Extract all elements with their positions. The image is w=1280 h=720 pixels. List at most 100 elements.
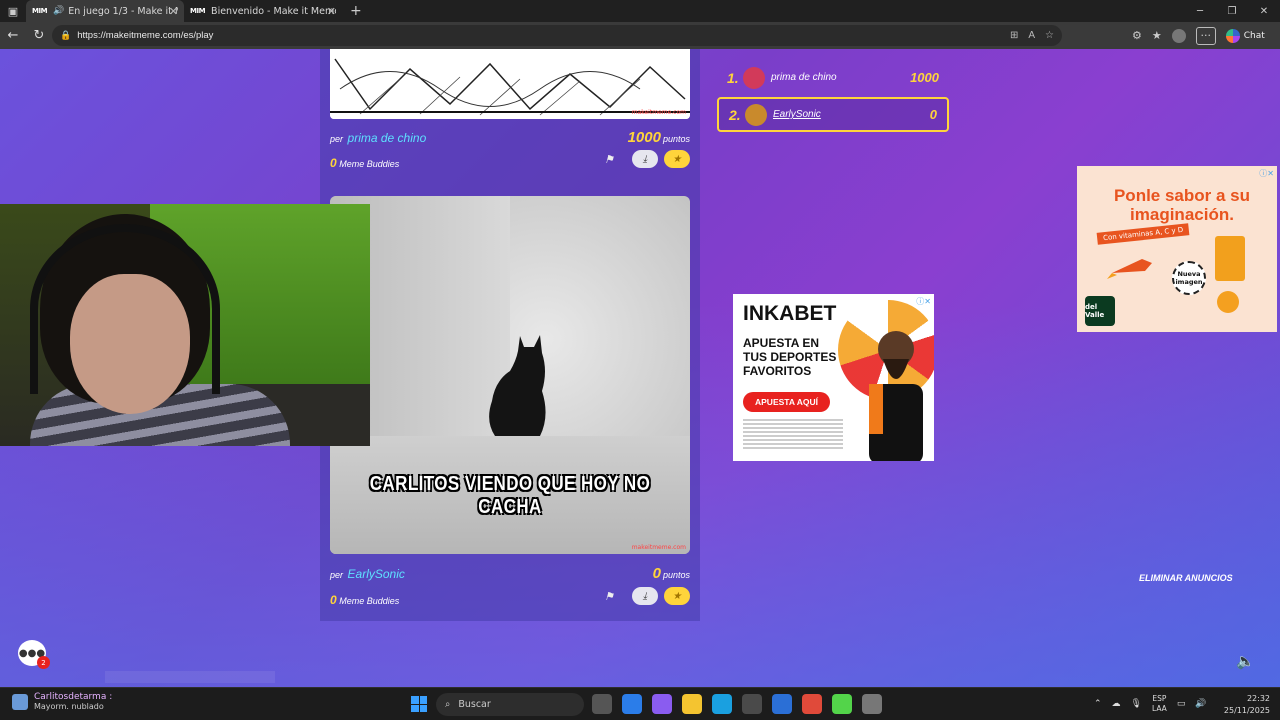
tab-label: Bienvenido - Make it Meme	[211, 5, 336, 17]
ad-tag: Con vitaminas A, C y D	[1096, 223, 1190, 245]
mic-icon[interactable]: 🎙	[1131, 699, 1142, 709]
sound-icon[interactable]: 🔈	[1236, 652, 1255, 670]
headset-icon	[30, 224, 220, 394]
watermark: makeitmeme.com	[631, 109, 686, 116]
rank: 1.	[727, 69, 739, 86]
site-favicon-icon: MIM	[190, 7, 206, 15]
actions: ⚑ ⤓ ★	[604, 587, 690, 605]
extensions-icon[interactable]: ⚙	[1132, 29, 1142, 42]
player-score: 1000	[910, 70, 939, 85]
edge-icon[interactable]	[712, 694, 732, 714]
favorites-icon[interactable]: ★	[1152, 29, 1162, 42]
tab-bienvenido[interactable]: MIM Bienvenido - Make it Meme ✕	[184, 0, 342, 22]
obs-icon[interactable]	[862, 694, 882, 714]
rank: 2.	[729, 106, 741, 123]
more-menu-icon[interactable]: ···	[1195, 26, 1216, 45]
network-icon[interactable]: ▭	[1177, 699, 1186, 709]
tray-chevron-icon[interactable]: ⌃	[1094, 699, 1102, 709]
copilot-chat-button[interactable]: Chat	[1225, 28, 1265, 43]
apps-icon[interactable]: ⊞	[1010, 30, 1018, 41]
close-tab-icon[interactable]: ✕	[169, 5, 178, 18]
ad-headline: Ponle sabor a su imaginación.	[1113, 186, 1251, 224]
buddy-star-button[interactable]: ★	[664, 587, 690, 605]
scoreboard-row-2: 2. EarlySonic 0	[717, 97, 949, 132]
refresh-icon[interactable]: ↻	[26, 28, 52, 43]
report-flag-icon[interactable]: ⚑	[604, 590, 614, 603]
taskbar-search[interactable]: ⌕ Buscar	[436, 693, 584, 716]
store-icon[interactable]	[742, 694, 762, 714]
remove-ads-link[interactable]: ELIMINAR ANUNCIOS	[1139, 573, 1233, 583]
webcam-overlay	[0, 204, 370, 446]
adchoices-icon[interactable]: ⓘ✕	[916, 296, 931, 307]
taskbar-apps	[592, 694, 882, 714]
weather-title: Carlitosdetarma :	[34, 692, 113, 702]
player-name: prima de chino	[771, 72, 837, 83]
meme-buddies: 0 Meme Buddies	[330, 156, 400, 170]
close-tab-icon[interactable]: ✕	[327, 5, 336, 18]
author-link[interactable]: EarlySonic	[348, 567, 405, 581]
meme-entry-1-meta: per prima de chino 1000 puntos	[330, 129, 690, 147]
avatar	[743, 66, 765, 89]
new-tab-icon[interactable]: +	[350, 3, 362, 19]
report-flag-icon[interactable]: ⚑	[604, 153, 614, 166]
minimize-icon[interactable]: ─	[1184, 0, 1216, 22]
file-explorer-icon[interactable]	[682, 694, 702, 714]
mail-icon[interactable]	[772, 694, 792, 714]
search-label: Buscar	[458, 699, 491, 710]
ad-del-valle[interactable]: Ponle sabor a su imaginación. Con vitami…	[1077, 166, 1277, 332]
weather-sub: Mayorm. nublado	[34, 702, 104, 711]
language-indicator[interactable]: ESP LAA	[1152, 694, 1167, 714]
player-score: 0	[929, 107, 937, 122]
buddy-star-button[interactable]: ★	[664, 150, 690, 168]
ad-cta-button[interactable]: APUESTA AQUÍ	[743, 392, 830, 412]
window-controls: ─ ❐ ✕	[1184, 0, 1280, 22]
task-view-icon[interactable]	[592, 694, 612, 714]
weather-widget[interactable]: Carlitosdetarma : Mayorm. nublado	[12, 692, 112, 711]
lock-icon[interactable]: 🔒	[60, 30, 71, 41]
volume-icon[interactable]: 🔊	[1195, 699, 1206, 709]
meme-buddies: 0 Meme Buddies	[330, 593, 400, 607]
profile-avatar-icon[interactable]	[1171, 28, 1186, 43]
meme-entry-2-meta: per EarlySonic 0 puntos	[330, 565, 690, 583]
meme-image-cat: CARLITOS VIENDO QUE HOY NO CACHA makeitm…	[330, 196, 690, 554]
tab-en-juego[interactable]: MIM 🔊 En juego 1/3 - Make it Meme ✕	[26, 0, 184, 22]
cat-silhouette	[489, 335, 546, 436]
widgets-icon[interactable]	[622, 694, 642, 714]
save-meme-button[interactable]: ⤓	[632, 587, 658, 605]
adchoices-icon[interactable]: ⓘ✕	[1259, 168, 1274, 179]
ad-badge: Nueva imagen	[1172, 261, 1206, 295]
sun-icon	[1217, 291, 1239, 313]
juice-box	[1215, 236, 1245, 281]
cloud-icon[interactable]: ☁	[1112, 699, 1121, 709]
clock-time: 22:32	[1246, 694, 1270, 703]
ad-inkabet[interactable]: INKABET APUESTA EN TUS DEPORTES FAVORITO…	[733, 294, 934, 461]
chat-bubble-icon[interactable]: ●●● 2	[18, 640, 50, 669]
favorite-star-icon[interactable]: ☆	[1045, 30, 1054, 41]
address-bar: ← ↻ 🔒 https://makeitmeme.com/es/play ⊞ A…	[0, 22, 1280, 49]
rocket-icon	[1107, 259, 1152, 279]
scoreboard-row-1: 1. prima de chino 1000	[717, 60, 949, 95]
copilot-app-icon[interactable]	[652, 694, 672, 714]
browser-tab-bar: ▣ MIM 🔊 En juego 1/3 - Make it Meme ✕ MI…	[0, 0, 1280, 22]
toolbar-icons: ⚙ ★ ··· Chat	[1132, 22, 1265, 49]
back-icon[interactable]: ←	[0, 28, 26, 43]
system-tray: ⌃ ☁ 🎙 ESP LAA ▭ 🔊	[1094, 694, 1207, 714]
restore-icon[interactable]: ❐	[1216, 0, 1248, 22]
read-aloud-icon[interactable]: A	[1028, 30, 1035, 41]
kick-icon[interactable]	[832, 694, 852, 714]
player-name[interactable]: EarlySonic	[773, 109, 930, 120]
save-meme-button[interactable]: ⤓	[632, 150, 658, 168]
author-link[interactable]: prima de chino	[348, 131, 427, 145]
ad-fine-print	[743, 419, 843, 449]
url-field[interactable]: 🔒 https://makeitmeme.com/es/play ⊞ A ☆	[52, 25, 1062, 46]
windows-taskbar: Carlitosdetarma : Mayorm. nublado ⌕ Busc…	[0, 687, 1280, 720]
close-window-icon[interactable]: ✕	[1248, 0, 1280, 22]
speaker-icon[interactable]: 🔊	[53, 6, 64, 16]
clock[interactable]: 22:32 25/11/2025	[1224, 693, 1270, 717]
start-icon[interactable]	[411, 696, 427, 712]
window-menu-icon[interactable]: ▣	[0, 0, 26, 22]
ad-person	[869, 331, 923, 461]
meme-caption: CARLITOS VIENDO QUE HOY NO CACHA	[369, 473, 651, 518]
brand-logo: del Valle	[1085, 296, 1115, 326]
chrome-icon[interactable]	[802, 694, 822, 714]
